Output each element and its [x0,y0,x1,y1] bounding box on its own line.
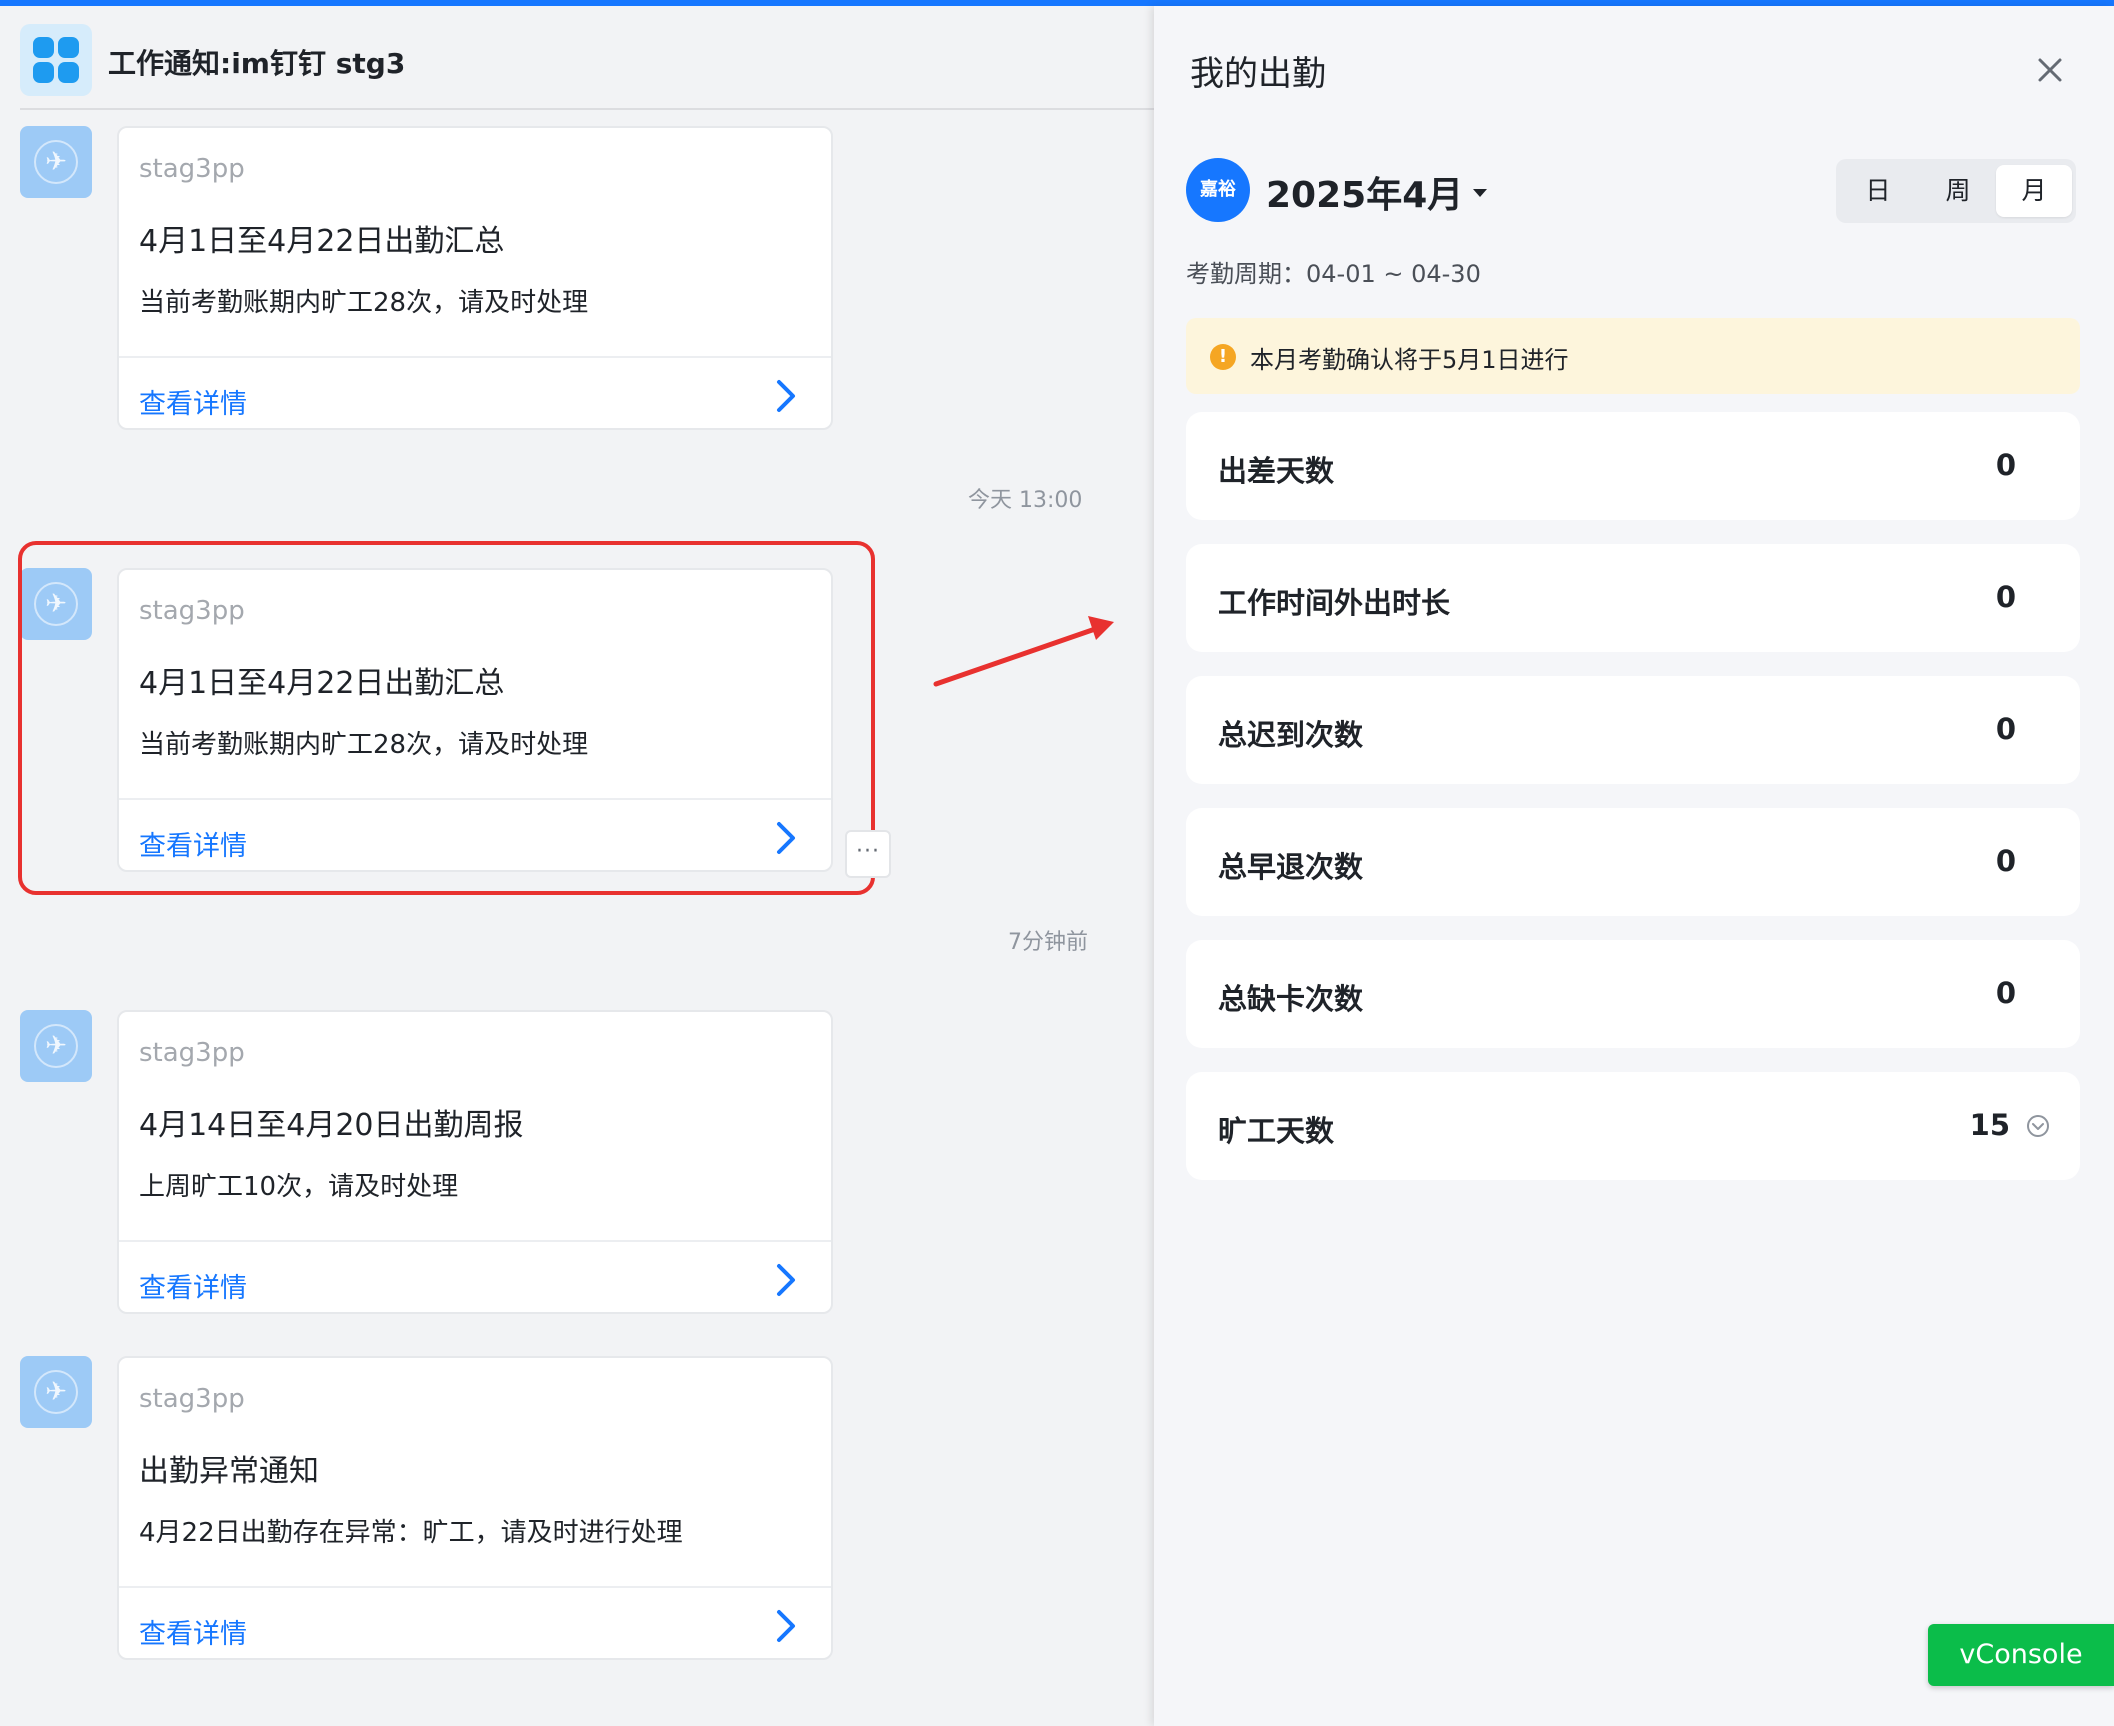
chat-pane: 工作通知:im钉钉 stg3 ✈ stag3pp 4月1日至4月22日出勤汇总 … [0,6,1154,1726]
more-options-button[interactable]: ··· [845,830,891,878]
stat-label: 出差天数 [1218,454,1335,488]
chevron-right-icon[interactable] [765,1260,805,1300]
expand-circle-icon[interactable] [2026,1114,2050,1138]
caret-down-icon [1473,189,1488,197]
tab-day[interactable]: 日 [1840,165,1916,217]
stat-label: 工作时间外出时长 [1218,586,1451,620]
panel-title: 我的出勤 [1190,54,1326,94]
card-divider [119,1586,831,1588]
stat-absent-days[interactable]: 旷工天数 15 [1186,1072,2080,1180]
message-card[interactable]: stag3pp 4月14日至4月20日出勤周报 上周旷工10次，请及时处理 查看… [117,1010,833,1314]
view-details-link[interactable]: 查看详情 [139,1612,247,1651]
tab-week[interactable]: 周 [1920,165,1996,217]
timestamp: 今天 13:00 [968,488,1083,513]
stat-value: 0 [1995,448,2016,482]
message-sender: stag3pp [139,1038,245,1068]
month-label: 2025年4月 [1266,175,1464,216]
stat-business-trip-days[interactable]: 出差天数 0 [1186,412,2080,520]
dingtalk-logo-icon: ✈ [45,1031,67,1061]
close-icon[interactable] [2030,50,2070,90]
month-picker[interactable]: 2025年4月 [1266,166,1488,218]
message-body: 4月22日出勤存在异常：旷工，请及时进行处理 [139,1518,683,1548]
stat-value: 0 [1995,844,2016,878]
stat-label: 旷工天数 [1218,1114,1335,1148]
highlight-box [18,541,875,895]
annotation-arrow-icon [933,616,1114,687]
dingtalk-logo-icon: ✈ [45,1377,67,1407]
card-divider [119,356,831,358]
stat-label: 总缺卡次数 [1218,982,1364,1016]
message-body: 当前考勤账期内旷工28次，请及时处理 [139,288,589,318]
stat-value: 0 [1995,976,2016,1010]
chevron-right-icon[interactable] [765,1606,805,1646]
stat-early-leave-count[interactable]: 总早退次数 0 [1186,808,2080,916]
chat-header: 工作通知:im钉钉 stg3 [20,18,1154,110]
org-avatar[interactable]: 嘉裕 [1186,158,1250,222]
message-card[interactable]: stag3pp 出勤异常通知 4月22日出勤存在异常：旷工，请及时进行处理 查看… [117,1356,833,1660]
sender-avatar[interactable]: ✈ [20,1010,92,1082]
message-body: 上周旷工10次，请及时处理 [139,1172,459,1202]
sender-avatar[interactable]: ✈ [20,1356,92,1428]
tab-month[interactable]: 月 [1996,165,2072,217]
view-details-link[interactable]: 查看详情 [139,382,247,421]
stat-value: 0 [1995,712,2016,746]
card-divider [119,1240,831,1242]
view-mode-toggle: 日 周 月 [1836,159,2076,223]
attendance-panel: 我的出勤 嘉裕 2025年4月 日 周 月 考勤周期：04-01 ~ 04-30… [1154,6,2114,1726]
stat-missed-punch-count[interactable]: 总缺卡次数 0 [1186,940,2080,1048]
stat-label: 总迟到次数 [1218,718,1364,752]
stat-label: 总早退次数 [1218,850,1364,884]
sender-avatar[interactable]: ✈ [20,126,92,198]
stat-outing-hours[interactable]: 工作时间外出时长 0 [1186,544,2080,652]
message-card[interactable]: stag3pp 4月1日至4月22日出勤汇总 当前考勤账期内旷工28次，请及时处… [117,126,833,430]
message-title: 4月1日至4月22日出勤汇总 [139,224,505,259]
notice-text: 本月考勤确认将于5月1日进行 [1250,346,1569,374]
stat-value: 0 [1995,580,2016,614]
message-title: 4月14日至4月20日出勤周报 [139,1108,524,1143]
notice-banner: ! 本月考勤确认将于5月1日进行 [1186,318,2080,394]
message-sender: stag3pp [139,154,245,184]
message-title: 出勤异常通知 [139,1454,319,1489]
app-grid-icon[interactable] [20,24,92,96]
timestamp: 7分钟前 [1008,930,1088,955]
stat-late-count[interactable]: 总迟到次数 0 [1186,676,2080,784]
chevron-right-icon[interactable] [765,376,805,416]
message-sender: stag3pp [139,1384,245,1414]
chat-title: 工作通知:im钉钉 stg3 [108,47,406,80]
dingtalk-logo-icon: ✈ [45,147,67,177]
stat-value: 15 [1969,1108,2010,1142]
vconsole-button[interactable]: vConsole [1928,1624,2114,1686]
attendance-period: 考勤周期：04-01 ~ 04-30 [1186,260,1481,288]
view-details-link[interactable]: 查看详情 [139,1266,247,1305]
warning-icon: ! [1210,344,1236,370]
